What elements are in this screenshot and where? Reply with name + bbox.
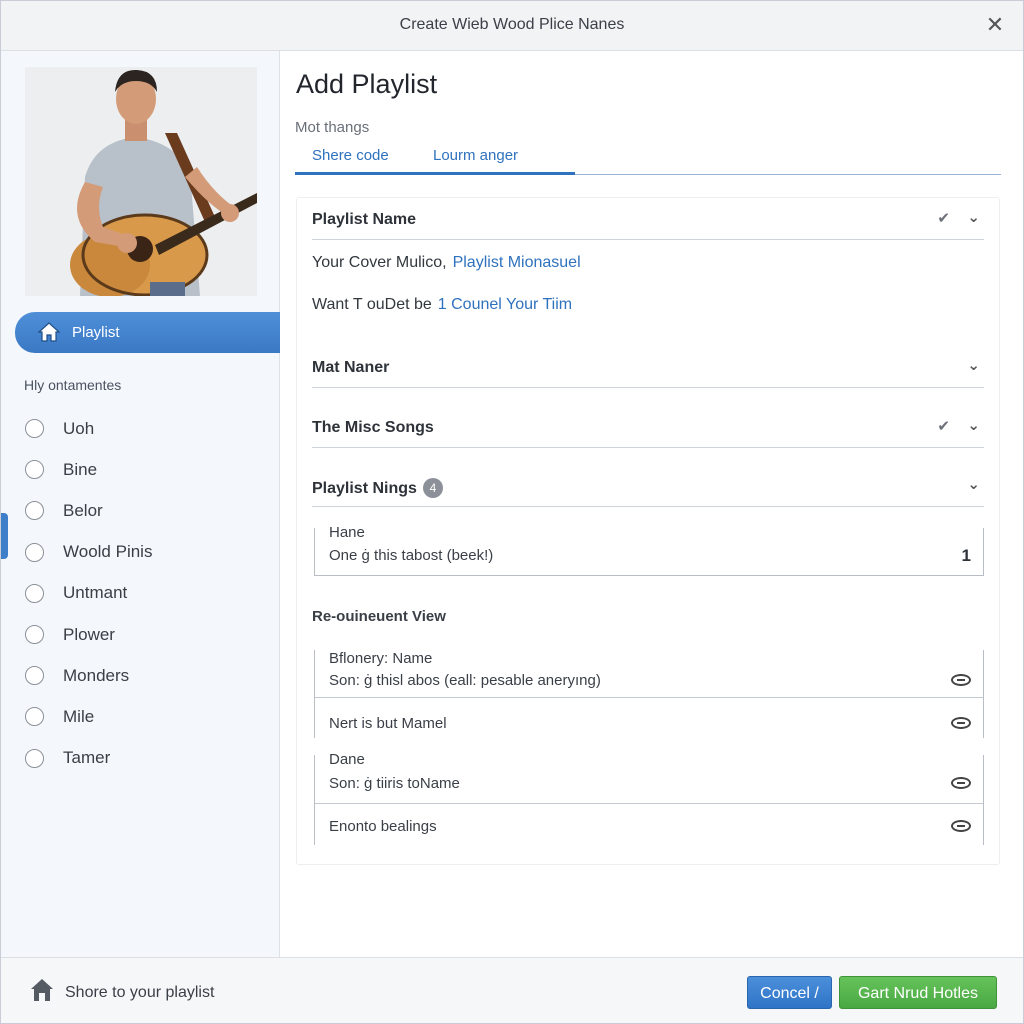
section-title: The Misc Songs <box>312 419 434 436</box>
eye-icon[interactable] <box>951 717 971 729</box>
radio-icon <box>25 748 44 768</box>
section-header-playlist-name[interactable]: Playlist Name ✔ ⌄ <box>312 200 984 240</box>
radio-icon <box>25 625 44 645</box>
chevron-down-icon: ⌄ <box>967 476 980 493</box>
radio-label: Bine <box>63 459 98 479</box>
chevron-down-icon: ⌄ <box>967 417 980 434</box>
row-text: Nert is but Mamel <box>329 715 447 732</box>
check-icon: ✔ <box>937 210 950 227</box>
radio-option[interactable]: Belor <box>25 490 152 531</box>
sidebar-section-label: Hly ontamentes <box>24 377 122 393</box>
row-text: Enonto bealings <box>329 818 437 835</box>
sidebar-scroll-marker <box>1 513 8 559</box>
radio-icon <box>25 460 44 480</box>
radio-icon <box>25 707 44 727</box>
row-divider <box>315 803 983 804</box>
radio-label: Untmant <box>63 583 128 603</box>
radio-label: Monders <box>63 665 130 685</box>
playlist-form-panel: Playlist Name ✔ ⌄ Your Cover Mulico, Play… <box>296 197 1000 865</box>
title-bar: Create Wieb Wood Plice Nanes ✕ <box>1 1 1023 51</box>
row-divider <box>315 697 983 698</box>
section-header-mat-naner[interactable]: Mat Naner ⌄ <box>312 348 984 388</box>
radio-option[interactable]: Untmant <box>25 573 152 614</box>
entry-text: One ġ this tabost (beek!) <box>329 547 494 564</box>
section-header-misc-songs[interactable]: The Misc Songs ✔ ⌄ <box>312 408 984 448</box>
eye-icon[interactable] <box>951 820 971 832</box>
view-group-2: Dane Son: ġ tiiris toName Enonto bealing… <box>314 751 984 845</box>
radio-label: Belor <box>63 500 103 520</box>
count-badge: 4 <box>422 478 443 498</box>
page-title: Add Playlist <box>296 69 438 99</box>
main-content: Add Playlist Mot thangs Shere code Lourm… <box>281 51 1023 957</box>
radio-label: Uoh <box>63 418 95 438</box>
sidebar-radio-list: Uoh Bine Belor Woold Pinis Untmant Plowe… <box>25 408 152 779</box>
sidebar-item-playlist[interactable]: Playlist <box>15 312 280 353</box>
radio-icon <box>25 419 44 439</box>
home-icon <box>29 977 55 1008</box>
confirm-button[interactable]: Gart Nrud Hotles <box>839 976 997 1009</box>
tab-shere-code[interactable]: Shere code <box>312 147 389 164</box>
section-header-playlist-nings[interactable]: Playlist Nings 4 ⌄ <box>312 467 984 507</box>
tab-bar: Shere code Lourm anger <box>295 147 1001 175</box>
section-title: Mat Naner <box>312 359 390 376</box>
sidebar: Playlist Hly ontamentes Uoh Bine Belor W… <box>1 51 280 957</box>
close-icon[interactable]: ✕ <box>983 13 1007 37</box>
radio-icon <box>25 666 44 686</box>
row-text: Son: ġ tiiris toName <box>329 775 460 792</box>
share-text: Shore to your playlist <box>65 984 215 1001</box>
artist-photo <box>25 67 257 296</box>
eye-icon[interactable] <box>951 674 971 686</box>
radio-label: Tamer <box>63 748 111 768</box>
nings-entry-box[interactable]: Hane One ġ this tabost (beek!) 1 <box>314 524 984 576</box>
tab-lourm-anger[interactable]: Lourm anger <box>433 147 518 164</box>
eye-icon[interactable] <box>951 777 971 789</box>
count-link[interactable]: 1 Counel Your Tiim <box>438 296 572 313</box>
radio-icon <box>25 501 44 521</box>
page-subtitle: Mot thangs <box>295 119 370 136</box>
radio-label: Woold Pinis <box>63 542 153 562</box>
home-icon <box>37 321 61 347</box>
radio-icon <box>25 583 44 603</box>
playlist-link[interactable]: Playlist Mionasuel <box>453 254 581 271</box>
chevron-down-icon: ⌄ <box>967 209 980 226</box>
radio-option[interactable]: Plower <box>25 614 152 655</box>
section-title: Playlist Name <box>312 211 417 228</box>
radio-option[interactable]: Mile <box>25 696 152 737</box>
radio-option[interactable]: Bine <box>25 449 152 490</box>
count-text: Want T ouDet be <box>312 296 432 313</box>
radio-label: Mile <box>63 706 95 726</box>
row-text: Son: ġ thisl abos (eall: pesable aneryın… <box>329 672 601 689</box>
sidebar-item-label: Playlist <box>72 324 120 341</box>
check-icon: ✔ <box>937 418 950 435</box>
radio-option[interactable]: Uoh <box>25 408 152 449</box>
row-label: Dane <box>329 751 365 768</box>
radio-option[interactable]: Woold Pinis <box>25 532 152 573</box>
cover-line: Your Cover Mulico, Playlist Mionasuel <box>312 254 581 272</box>
view-group-1: Bflonery: Name Son: ġ thisl abos (eall: … <box>314 650 984 738</box>
radio-label: Plower <box>63 624 115 644</box>
cancel-button[interactable]: Concel / <box>747 976 832 1009</box>
active-tab-indicator <box>295 172 575 175</box>
window-title: Create Wieb Wood Plice Nanes <box>399 16 625 33</box>
section-title: Playlist Nings 4 <box>312 478 443 498</box>
count-line: Want T ouDet be 1 Counel Your Tiim <box>312 296 572 314</box>
radio-icon <box>25 542 44 562</box>
radio-option[interactable]: Tamer <box>25 738 152 779</box>
radio-option[interactable]: Monders <box>25 655 152 696</box>
dialog-window: Create Wieb Wood Plice Nanes ✕ Playlist … <box>0 0 1024 1024</box>
view-subheading: Re-ouineuent View <box>312 608 446 625</box>
section-title-text: Playlist Nings <box>312 480 417 497</box>
cover-text: Your Cover Mulico, <box>312 254 447 271</box>
chevron-down-icon: ⌄ <box>967 357 980 374</box>
footer-bar: Shore to your playlist Concel / Gart Nru… <box>1 957 1023 1023</box>
row-label: Bflonery: Name <box>329 650 433 667</box>
entry-label: Hane <box>329 524 365 541</box>
entry-count: 1 <box>961 546 971 565</box>
